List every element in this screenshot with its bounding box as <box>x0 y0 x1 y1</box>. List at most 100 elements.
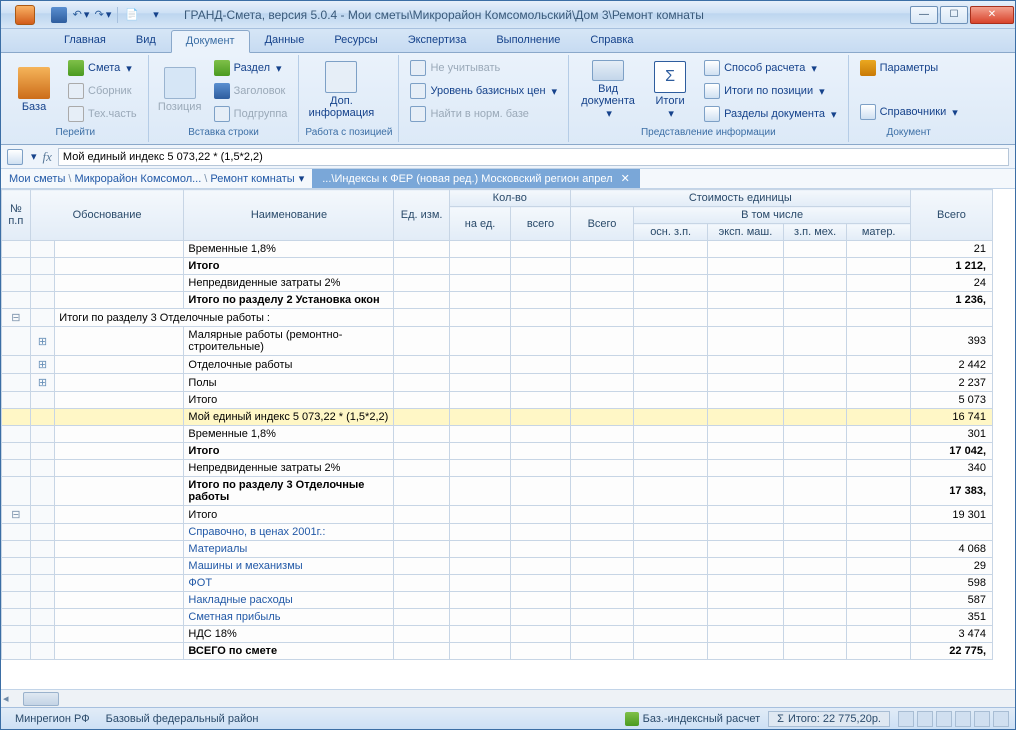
table-row[interactable]: ⊟Итого19 301 <box>2 506 993 524</box>
table-row[interactable]: Материалы4 068 <box>2 541 993 558</box>
col-ed[interactable]: Ед. изм. <box>394 190 449 241</box>
row-tree[interactable]: ⊟ <box>2 309 31 327</box>
qat-customize-button[interactable]: ▾ <box>148 7 164 23</box>
tab-expertise[interactable]: Экспертиза <box>393 29 482 52</box>
table-row[interactable]: Итого по разделу 3 Отделочные работы17 3… <box>2 477 993 506</box>
table-row[interactable]: Итого по разделу 2 Установка окон1 236, <box>2 292 993 309</box>
col-zpmech[interactable]: з.п. мех. <box>783 224 847 241</box>
sb-icon-5[interactable] <box>974 711 990 727</box>
horizontal-scrollbar[interactable]: ◂ <box>1 689 1015 707</box>
table-row[interactable]: Непредвиденные затраты 2%24 <box>2 275 993 292</box>
index-tab[interactable]: ...\Индексы к ФЕР (новая ред.) Московски… <box>312 169 640 188</box>
app-menu-button[interactable] <box>5 2 45 28</box>
row-cell <box>511 258 570 275</box>
base-level-button[interactable]: Уровень базисных цен▾ <box>405 80 562 102</box>
col-kol[interactable]: Кол-во <box>449 190 570 207</box>
row-cell <box>708 609 784 626</box>
table-row[interactable]: ⊞Малярные работы (ремонтно-строительные)… <box>2 327 993 356</box>
status-base-fed[interactable]: Базовый федеральный район <box>98 713 267 725</box>
table-row[interactable]: Справочно, в ценах 2001г.: <box>2 524 993 541</box>
tab-execution[interactable]: Выполнение <box>481 29 575 52</box>
grid-area[interactable]: № п.п Обоснование Наименование Ед. изм. … <box>1 189 1015 689</box>
close-tab-icon[interactable]: ✕ <box>621 172 630 185</box>
row-cell <box>708 327 784 356</box>
col-mater[interactable]: матер. <box>847 224 911 241</box>
tab-view[interactable]: Вид <box>121 29 171 52</box>
sb-icon-2[interactable] <box>917 711 933 727</box>
maximize-button[interactable]: ☐ <box>940 6 968 24</box>
table-row[interactable]: Итого17 042, <box>2 443 993 460</box>
view-doc-button[interactable]: Вид документа▾ <box>575 57 641 123</box>
row-tree[interactable]: ⊟ <box>2 506 31 524</box>
table-row[interactable]: ⊞Отделочные работы2 442 <box>2 356 993 374</box>
section-button[interactable]: Раздел▾ <box>209 57 293 79</box>
formula-dd[interactable]: ▾ <box>31 150 37 163</box>
col-eksp[interactable]: эксп. маш. <box>708 224 784 241</box>
itogi-pos-button[interactable]: Итоги по позиции▾ <box>699 80 842 102</box>
table-row[interactable]: Временные 1,8%301 <box>2 426 993 443</box>
qat-app-icon[interactable]: 📄 <box>124 7 140 23</box>
tab-document[interactable]: Документ <box>171 30 250 53</box>
col-vsego[interactable]: Всего <box>570 207 634 241</box>
col-obs[interactable]: Обоснование <box>30 190 184 241</box>
qat-undo-button[interactable]: ↶▾ <box>73 7 89 23</box>
table-row[interactable]: ФОТ598 <box>2 575 993 592</box>
status-minregion[interactable]: Минрегион РФ <box>7 713 98 725</box>
table-row[interactable]: Машины и механизмы29 <box>2 558 993 575</box>
row-cell <box>570 592 634 609</box>
tab-data[interactable]: Данные <box>250 29 320 52</box>
table-row[interactable]: Сметная прибыль351 <box>2 609 993 626</box>
way-calc-button[interactable]: Способ расчета▾ <box>699 57 842 79</box>
qat-redo-button[interactable]: ↷▾ <box>95 7 111 23</box>
table-row[interactable]: ⊟Итоги по разделу 3 Отделочные работы : <box>2 309 993 327</box>
table-row[interactable]: ⊞Полы2 237 <box>2 374 993 392</box>
bc-part-2[interactable]: Микрорайон Комсомол... <box>74 173 201 185</box>
sections-doc-button[interactable]: Разделы документа▾ <box>699 103 842 125</box>
col-name[interactable]: Наименование <box>184 190 394 241</box>
bc-part-1[interactable]: Мои сметы <box>9 173 65 185</box>
sb-icon-4[interactable] <box>955 711 971 727</box>
refs-button[interactable]: Справочники▾ <box>855 101 963 123</box>
bc-part-3[interactable]: Ремонт комнаты <box>210 173 294 185</box>
fx-icon[interactable]: fx <box>43 149 52 165</box>
col-kol-all[interactable]: всего <box>511 207 570 241</box>
col-osn[interactable]: осн. з.п. <box>634 224 708 241</box>
base-button[interactable]: База <box>9 57 59 123</box>
table-row[interactable]: Непредвиденные затраты 2%340 <box>2 460 993 477</box>
tab-resources[interactable]: Ресурсы <box>319 29 392 52</box>
tab-help[interactable]: Справка <box>575 29 648 52</box>
col-kol-ed[interactable]: на ед. <box>449 207 510 241</box>
dop-info-button[interactable]: Доп. информация <box>305 57 377 123</box>
smeta-button[interactable]: Смета▾ <box>63 57 142 79</box>
col-unitcost[interactable]: Стоимость единицы <box>570 190 910 207</box>
table-row[interactable]: НДС 18%3 474 <box>2 626 993 643</box>
sb-icon-6[interactable] <box>993 711 1009 727</box>
col-incl[interactable]: В том числе <box>634 207 911 224</box>
breadcrumb[interactable]: Мои сметы\ Микрорайон Комсомол...\ Ремон… <box>1 169 312 188</box>
row-expand <box>30 477 55 506</box>
table-row[interactable]: ВСЕГО по смете22 775, <box>2 643 993 660</box>
col-total[interactable]: Всего <box>910 190 992 241</box>
sb-icon-3[interactable] <box>936 711 952 727</box>
table-row[interactable]: Итого5 073 <box>2 392 993 409</box>
col-num[interactable]: № п.п <box>2 190 31 241</box>
row-cell <box>708 426 784 443</box>
status-calc-type[interactable]: Баз.-индексный расчет <box>617 712 768 726</box>
formula-input[interactable] <box>58 148 1009 166</box>
estimate-grid[interactable]: № п.п Обоснование Наименование Ед. изм. … <box>1 189 993 660</box>
params-button[interactable]: Параметры <box>855 57 963 79</box>
bc-dropdown[interactable]: ▾ <box>299 172 305 185</box>
tab-main[interactable]: Главная <box>49 29 121 52</box>
table-row[interactable]: Мой единый индекс 5 073,22 * (1,5*2,2)16… <box>2 409 993 426</box>
scroll-thumb[interactable] <box>23 692 59 706</box>
sb-icon-1[interactable] <box>898 711 914 727</box>
qat-save-icon[interactable] <box>51 7 67 23</box>
minimize-button[interactable]: — <box>910 6 938 24</box>
table-row[interactable]: Временные 1,8%21 <box>2 241 993 258</box>
table-row[interactable]: Накладные расходы587 <box>2 592 993 609</box>
table-row[interactable]: Итого1 212, <box>2 258 993 275</box>
close-button[interactable]: ✕ <box>970 6 1014 24</box>
formula-list-icon[interactable] <box>7 149 23 165</box>
status-itogo[interactable]: Σ Итого: 22 775,20р. <box>768 711 890 727</box>
itogi-button[interactable]: Σ Итоги▾ <box>645 57 695 123</box>
